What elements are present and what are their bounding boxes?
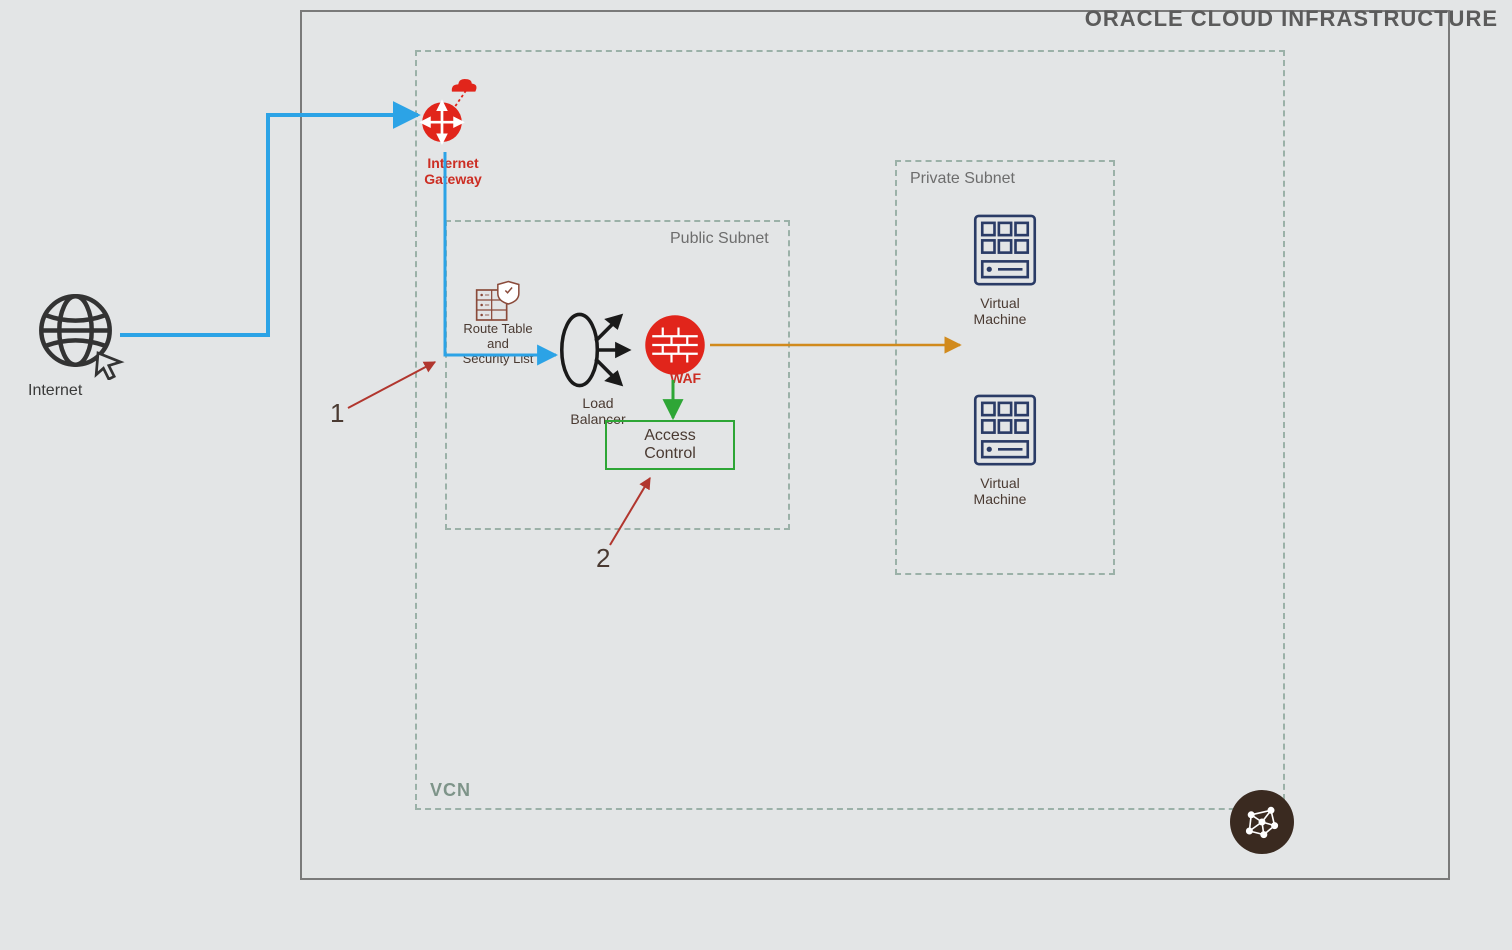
callout-2: 2 — [596, 543, 610, 574]
oci-title: ORACLE CLOUD INFRASTRUCTURE — [1085, 6, 1498, 32]
internet-label: Internet — [28, 382, 82, 400]
waf-label: WAF — [670, 370, 701, 386]
load-balancer-icon — [560, 305, 640, 400]
vcn-label: VCN — [430, 780, 471, 801]
virtual-machine-2-label: Virtual Machine — [960, 475, 1040, 507]
route-table-label: Route Table and Security List — [448, 322, 548, 367]
public-subnet-label: Public Subnet — [670, 230, 769, 248]
private-subnet-label: Private Subnet — [910, 170, 1015, 188]
internet-icon — [35, 290, 125, 385]
virtual-machine-1-label: Virtual Machine — [960, 295, 1040, 327]
diagram-canvas: ORACLE CLOUD INFRASTRUCTURE VCN Public S… — [0, 0, 1512, 950]
callout-1: 1 — [330, 398, 344, 429]
internet-gateway-label: Internet Gateway — [413, 155, 493, 187]
internet-gateway-icon — [415, 70, 505, 165]
virtual-machine-1-icon — [970, 210, 1040, 295]
access-control-label: Access Control — [644, 427, 696, 462]
virtual-machine-2-icon — [970, 390, 1040, 475]
access-control-box: Access Control — [605, 420, 735, 470]
network-badge-icon — [1230, 790, 1294, 854]
